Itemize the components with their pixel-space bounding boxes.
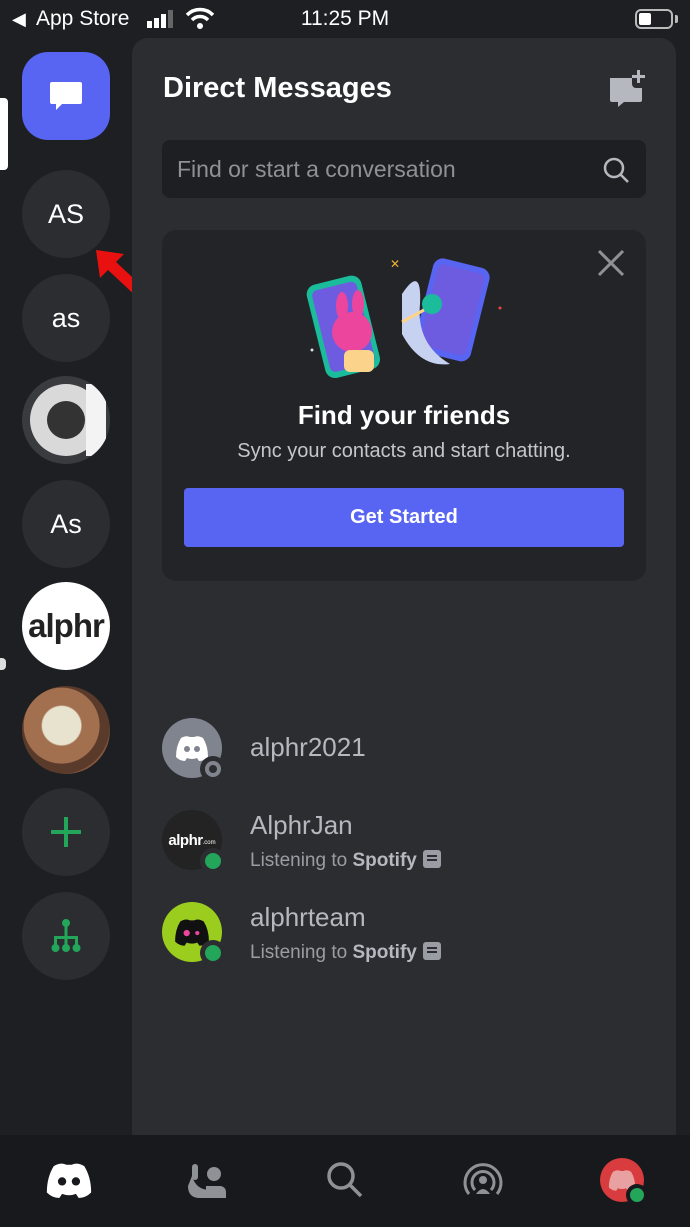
- avatar: [162, 902, 226, 966]
- rich-presence-icon: [422, 850, 441, 868]
- battery-icon: [635, 9, 673, 29]
- friends-wave-icon: [188, 1164, 226, 1198]
- avatar: alphr .com: [162, 810, 226, 874]
- server-as-2[interactable]: as: [22, 274, 110, 362]
- server-as-1[interactable]: AS: [22, 170, 110, 258]
- status-offline: [200, 756, 226, 782]
- plus-icon: [51, 817, 81, 847]
- status-online: [626, 1184, 648, 1206]
- dm-activity: Listening to Spotify: [250, 850, 441, 872]
- ring-logo-icon: [26, 380, 106, 460]
- avatar: [162, 718, 226, 782]
- dm-panel: Direct Messages Find or start a conversa…: [132, 38, 676, 1135]
- dm-list-item[interactable]: alphrteam Listening to Spotify: [162, 902, 642, 966]
- status-online: [200, 848, 226, 874]
- chat-bubble-icon: [50, 82, 82, 110]
- server-as-3[interactable]: As: [22, 480, 110, 568]
- clock: 11:25 PM: [300, 7, 390, 30]
- close-icon[interactable]: [596, 248, 626, 278]
- rich-presence-icon: [422, 942, 441, 960]
- battery-tip: [675, 15, 678, 23]
- find-friends-card: ✕ Find your friends Sync your contacts a…: [162, 230, 646, 581]
- discord-logo-icon: [176, 736, 208, 761]
- hierarchy-icon: [51, 919, 81, 952]
- search-bar[interactable]: [162, 140, 646, 198]
- card-subtitle: Sync your contacts and start chatting.: [237, 440, 571, 462]
- get-started-button[interactable]: Get Started: [184, 488, 624, 547]
- selected-indicator: [0, 98, 8, 170]
- status-online: [200, 940, 226, 966]
- search-icon[interactable]: [602, 156, 630, 184]
- dm-username: AlphrJan: [250, 810, 353, 840]
- dm-activity: Listening to Spotify: [250, 942, 441, 964]
- tab-friends[interactable]: [182, 1157, 234, 1203]
- tab-search[interactable]: [319, 1157, 371, 1203]
- dm-list-item[interactable]: alphr2021: [162, 718, 642, 782]
- avatar: [600, 1158, 648, 1206]
- status-bar: ◀ App Store 11:25 PM: [0, 0, 690, 38]
- card-title: Find your friends: [297, 400, 511, 430]
- discord-logo-icon: [46, 1163, 92, 1198]
- svg-text:✕: ✕: [390, 257, 400, 271]
- server-rail: AS as As alphr: [0, 38, 132, 1135]
- new-message-icon[interactable]: [608, 68, 646, 108]
- friends-illustration-icon: ✕: [306, 257, 502, 379]
- dm-username: alphrteam: [250, 902, 366, 932]
- explore-servers-button[interactable]: [22, 892, 110, 980]
- search-input[interactable]: [177, 140, 587, 198]
- add-server-button[interactable]: [22, 788, 110, 876]
- broadcast-icon: [463, 1163, 503, 1195]
- tab-profile[interactable]: [596, 1157, 648, 1206]
- direct-messages-button[interactable]: [22, 52, 110, 140]
- server-alphr[interactable]: alphr: [22, 582, 110, 670]
- server-photo[interactable]: [22, 686, 110, 774]
- bottom-tab-bar: [0, 1135, 690, 1227]
- page-title: Direct Messages: [163, 72, 392, 104]
- search-icon: [327, 1162, 363, 1198]
- unread-indicator: [0, 658, 6, 670]
- dm-username: alphr2021: [250, 732, 366, 762]
- dm-list-item[interactable]: alphr .com AlphrJan Listening to Spotify: [162, 810, 642, 874]
- tab-mentions[interactable]: [457, 1157, 509, 1203]
- server-ring[interactable]: [22, 376, 110, 464]
- tab-home[interactable]: [43, 1157, 95, 1203]
